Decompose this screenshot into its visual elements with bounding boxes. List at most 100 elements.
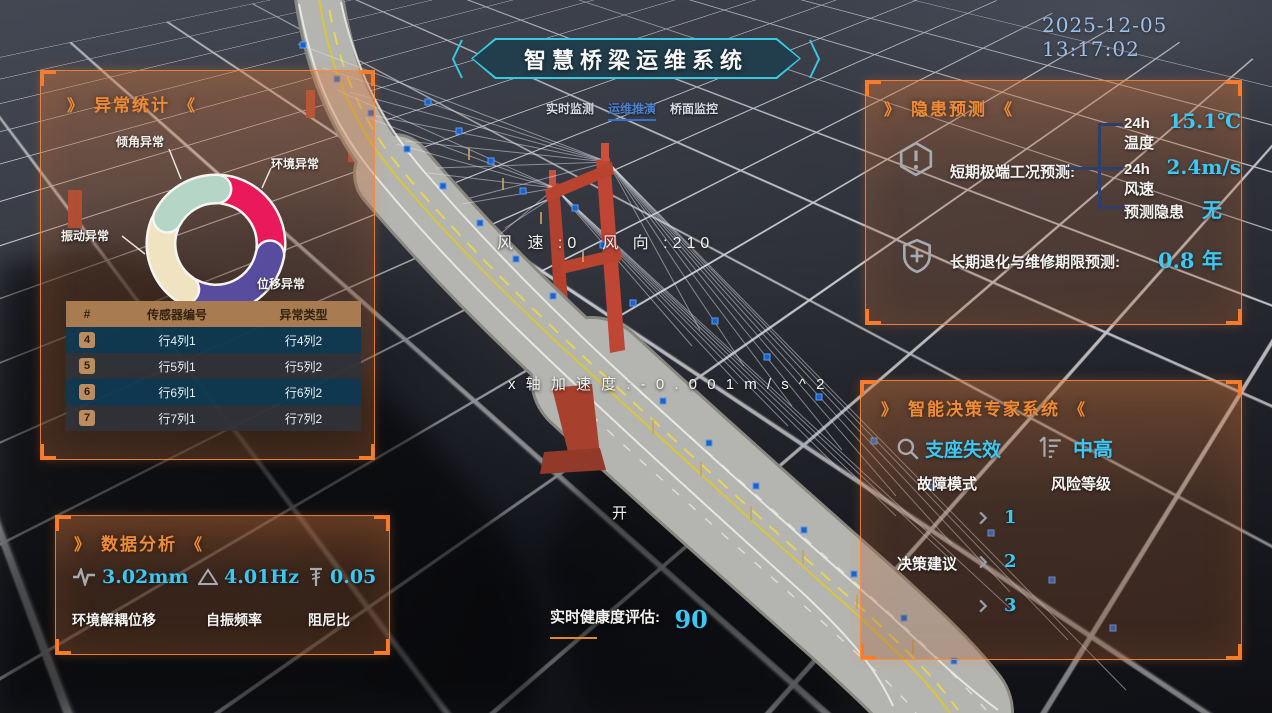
anomaly-table: # 传感器编号 异常类型 4 行4列1 行4列2 5 行5列1 行5列2 6 行…	[66, 301, 361, 431]
search-icon	[895, 436, 921, 462]
damper-icon	[308, 567, 324, 587]
suggestion-item[interactable]: 3	[979, 595, 1017, 616]
decision-expert-panel: 》 智能决策专家系统 《 支座失效 故障模式 中高 风险等级 决策建议 1 2	[860, 380, 1242, 660]
tab-deck-monitoring[interactable]: 桥面监控	[670, 100, 718, 121]
decision-panel-title: 智能决策专家系统	[908, 395, 1060, 420]
donut-label-environment: 环境异常	[271, 155, 319, 172]
metric-label: 自振频率	[206, 610, 308, 630]
fault-mode-label: 故障模式	[917, 473, 977, 494]
chevron-right-icon	[979, 511, 988, 525]
bridge-dashboard: 风 速 :0 风 向 :210 x 轴 加 速 度 : - 0 . 0 0 1 …	[0, 0, 1272, 713]
metric-value: 0.05	[330, 566, 376, 588]
gate-label: 开	[612, 502, 627, 523]
row-index-badge: 6	[79, 384, 95, 400]
donut-label-displacement: 位移异常	[257, 275, 305, 292]
metric-value: 4.01Hz	[224, 566, 299, 588]
anomaly-panel-title: 异常统计	[94, 91, 170, 116]
table-row[interactable]: 6 行6列1 行6列2	[66, 379, 361, 405]
health-value: 90	[674, 605, 707, 634]
title-banner-inner: 智慧桥梁运维系统	[473, 40, 799, 77]
waveform-icon	[72, 568, 96, 586]
suggestion-number: 3	[1004, 595, 1017, 616]
shield-plus-icon	[898, 237, 936, 275]
row-type: 行4列2	[246, 332, 361, 349]
forecast-hazard: 预测隐患 无	[1124, 194, 1222, 223]
row-index-badge: 5	[79, 358, 95, 374]
timestamp: 2025-12-05 13:17:02	[1042, 13, 1272, 61]
header-deco-left: 》	[67, 92, 85, 116]
header-deco-right: 《	[179, 92, 197, 116]
fault-mode-value: 支座失效	[925, 435, 1001, 462]
table-row[interactable]: 4 行4列1 行4列2	[66, 327, 361, 353]
risk-level-label: 风险等级	[1051, 473, 1111, 494]
row-sensor: 行5列1	[108, 358, 246, 375]
wind-value: 2.4m/s	[1166, 155, 1241, 179]
row-index-badge: 7	[79, 410, 95, 426]
tab-realtime-monitoring[interactable]: 实时监测	[546, 100, 594, 121]
col-header-index: #	[66, 307, 108, 321]
row-type: 行6列2	[246, 384, 361, 401]
anomaly-statistics-panel: 》 异常统计 《 倾角异常 环境异常 振动异常 位移异常 # 传感器编号 异常类…	[40, 70, 375, 460]
bracket-line-vertical	[1098, 123, 1101, 209]
app-title: 智慧桥梁运维系统	[524, 43, 748, 75]
donut-label-vibration: 振动异常	[61, 227, 109, 244]
warning-hexagon-icon	[898, 141, 934, 177]
header-deco-right: 《	[186, 531, 204, 555]
sort-descending-icon	[1039, 435, 1063, 459]
suggestion-item[interactable]: 2	[979, 551, 1017, 572]
metric-value: 3.02mm	[102, 566, 188, 588]
metric-frequency: 4.01Hz 自振频率	[198, 566, 308, 630]
wind-readout: 风 速 :0 风 向 :210	[497, 229, 714, 253]
header-deco-right: 《	[1069, 396, 1087, 420]
banner-right-chevron-icon	[808, 39, 822, 79]
header-deco-left: 》	[74, 531, 92, 555]
acceleration-readout: x 轴 加 速 度 : - 0 . 0 0 1 m / s ^ 2	[508, 373, 827, 394]
bracket-line-stub	[1101, 167, 1123, 170]
long-term-label: 长期退化与维修期限预测:	[950, 251, 1120, 272]
metric-displacement: 3.02mm 环境解耦位移	[72, 566, 190, 630]
suggestion-number: 1	[1004, 507, 1017, 528]
metric-damping: 0.05 阻尼比	[308, 566, 388, 630]
donut-label-tilt: 倾角异常	[116, 133, 164, 150]
long-term-value: 0.8 年	[1158, 245, 1223, 275]
metric-label: 环境解耦位移	[72, 610, 190, 630]
hazard-panel-title: 隐患预测	[911, 95, 987, 120]
view-tabs: 实时监测 运维推演 桥面监控	[546, 100, 718, 121]
tab-om-simulation[interactable]: 运维推演	[608, 100, 656, 121]
header-deco-right: 《	[996, 96, 1014, 120]
col-header-sensor: 传感器编号	[108, 306, 246, 323]
suggestion-item[interactable]: 1	[979, 507, 1017, 528]
row-type: 行5列2	[246, 358, 361, 375]
anomaly-table-header-row: # 传感器编号 异常类型	[66, 301, 361, 327]
triangle-icon	[198, 568, 218, 586]
table-row[interactable]: 7 行7列1 行7列2	[66, 405, 361, 431]
suggestions-label: 决策建议	[897, 553, 957, 574]
forecast-wind: 24h风速 2.4m/s	[1124, 155, 1241, 199]
bracket-line-stub	[1101, 123, 1123, 126]
risk-level-value: 中高	[1073, 433, 1113, 462]
temp-label: 24h温度	[1124, 115, 1160, 153]
temp-value: 15.1℃	[1168, 109, 1241, 133]
hazard-prediction-panel: 》 隐患预测 《 短期极端工况预测: 24h温度 15.1℃ 24h风速 2.4…	[865, 80, 1242, 325]
row-sensor: 行7列1	[108, 410, 246, 427]
header-deco-left: 》	[881, 396, 899, 420]
data-analysis-panel: 》 数据分析 《 3.02mm 环境解耦位移 4.01Hz 自振频率	[55, 515, 390, 655]
table-row[interactable]: 5 行5列1 行5列2	[66, 353, 361, 379]
tab-om-simulation-label: 运维推演	[608, 102, 656, 116]
title-banner: 智慧桥梁运维系统	[471, 38, 801, 79]
metric-label: 阻尼比	[308, 610, 388, 630]
hazard-label: 预测隐患	[1124, 201, 1184, 222]
forecast-temperature: 24h温度 15.1℃	[1124, 109, 1241, 153]
hazard-value: 无	[1202, 194, 1222, 223]
bracket-line-stub	[1101, 206, 1123, 209]
suggestion-number: 2	[1004, 551, 1017, 572]
row-index-badge: 4	[79, 332, 95, 348]
row-type: 行7列2	[246, 410, 361, 427]
banner-left-chevron-icon	[450, 39, 464, 79]
analysis-panel-title: 数据分析	[101, 530, 177, 555]
col-header-type: 异常类型	[246, 306, 361, 323]
active-tab-underline	[608, 119, 656, 121]
row-sensor: 行4列1	[108, 332, 246, 349]
health-label: 实时健康度评估:	[550, 609, 660, 626]
header-deco-left: 》	[884, 96, 902, 120]
